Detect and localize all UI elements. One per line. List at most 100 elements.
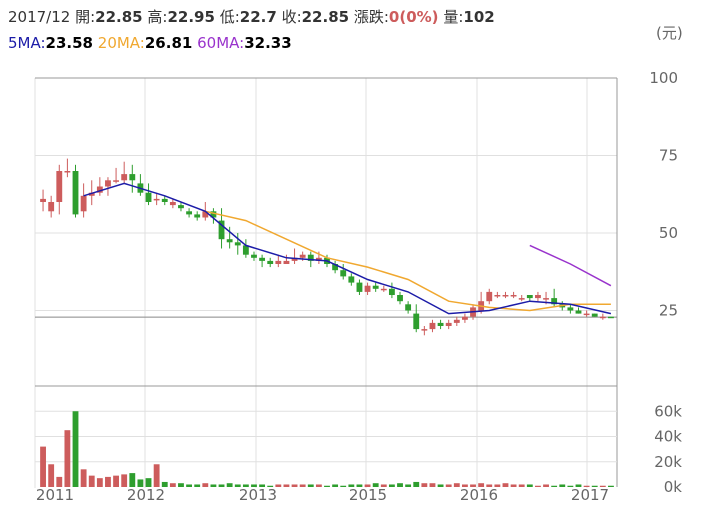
- candle-body: [364, 285, 371, 292]
- moving-average-lines: [83, 182, 612, 315]
- volume-bar: [332, 484, 339, 487]
- volume-bar: [48, 464, 55, 487]
- volume-tick-label: 40k: [654, 428, 682, 446]
- candle-body: [121, 174, 128, 181]
- volume-bar: [178, 483, 184, 487]
- candle-body: [234, 242, 241, 246]
- volume-bar: [510, 484, 517, 487]
- volume-bar: [429, 483, 436, 487]
- candle-body: [129, 174, 136, 181]
- volume-bar: [421, 483, 428, 487]
- volume-bar: [283, 484, 290, 487]
- candle-body: [405, 304, 412, 311]
- volume-bar: [437, 484, 444, 487]
- candle-body: [429, 322, 436, 330]
- volume-bar: [169, 483, 176, 487]
- volume-bar: [388, 484, 395, 487]
- candle-body: [494, 295, 501, 297]
- volume-bar: [535, 485, 541, 487]
- candle-body: [113, 180, 119, 182]
- volume-bar: [113, 475, 119, 487]
- candle-body: [380, 288, 387, 291]
- candle-body: [567, 307, 574, 311]
- candle-body: [186, 211, 193, 215]
- year-tick-label: 2013: [239, 486, 277, 504]
- candle-body: [575, 310, 582, 314]
- candle-body: [461, 316, 468, 320]
- volume-bar: [291, 484, 298, 487]
- volume-bar: [445, 484, 452, 487]
- volume-bar: [105, 476, 111, 487]
- volume-bar: [307, 484, 314, 487]
- candle-body: [535, 295, 541, 299]
- candle-body: [72, 171, 79, 215]
- volume-bar: [340, 485, 347, 487]
- candle-body: [388, 288, 395, 295]
- candle-body: [348, 276, 355, 283]
- candle-body: [502, 295, 509, 297]
- chart-grid: [34, 77, 618, 488]
- price-tick-label: 25: [659, 302, 678, 320]
- volume-bar: [80, 469, 87, 487]
- candle-body: [437, 322, 444, 326]
- candle-body: [80, 195, 87, 212]
- price-tick-label: 50: [659, 224, 678, 242]
- candle-body: [40, 198, 46, 202]
- year-tick-label: 2017: [571, 486, 609, 504]
- year-tick-label: 2016: [460, 486, 498, 504]
- volume-bar: [129, 473, 136, 487]
- candle-body: [583, 313, 590, 316]
- candle-body: [372, 285, 379, 289]
- candle-body: [105, 180, 111, 187]
- candle-body: [340, 270, 347, 277]
- year-tick-label: 2012: [127, 486, 165, 504]
- volume-bar: [40, 446, 46, 487]
- candle-body: [161, 198, 168, 202]
- volume-bar: [186, 484, 193, 487]
- candle-body: [591, 313, 598, 317]
- candle-body: [145, 192, 152, 202]
- year-tick-label: 2015: [349, 486, 387, 504]
- volume-bar: [153, 464, 160, 487]
- candle-body: [599, 316, 606, 319]
- candle-body: [397, 295, 403, 302]
- ma60-line: [529, 244, 612, 287]
- price-tick-label: 75: [659, 147, 678, 165]
- candle-body: [169, 202, 176, 206]
- candle-body: [421, 329, 428, 331]
- ma5-line: [83, 182, 612, 315]
- volume-bar: [194, 484, 201, 487]
- candle-body: [453, 319, 460, 323]
- candle-body: [259, 257, 266, 261]
- volume-bar: [526, 484, 533, 487]
- volume-bar: [559, 484, 566, 487]
- candle-body: [299, 254, 306, 258]
- volume-bar: [453, 483, 460, 487]
- volume-bar: [405, 484, 412, 487]
- candle-body: [153, 198, 160, 201]
- stock-chart: 100 75 50 25 60k 40k 20k 0k 2011 2012 2013 2015 2016…: [34, 69, 683, 504]
- candle-body: [413, 313, 420, 330]
- candle-body: [56, 171, 63, 202]
- candle-body: [518, 298, 525, 300]
- volume-bars: [40, 411, 614, 487]
- ma20-line: [205, 210, 611, 312]
- volume-tick-label: 0k: [664, 478, 683, 496]
- volume-bar: [413, 481, 420, 487]
- candle-body: [275, 260, 282, 264]
- volume-bar: [299, 484, 306, 487]
- volume-bar: [518, 484, 525, 487]
- volume-tick-label: 60k: [654, 402, 682, 420]
- candle-body: [48, 202, 55, 212]
- candle-body: [510, 295, 517, 297]
- volume-bar: [64, 430, 71, 487]
- candle-body: [486, 291, 493, 302]
- year-tick-label: 2011: [36, 486, 74, 504]
- volume-bar: [551, 485, 558, 487]
- candle-body: [226, 239, 233, 243]
- volume-tick-label: 20k: [654, 453, 682, 471]
- candle-body: [543, 298, 549, 300]
- volume-bar: [202, 483, 209, 487]
- volume-bar: [88, 475, 95, 487]
- candle-body: [178, 205, 184, 209]
